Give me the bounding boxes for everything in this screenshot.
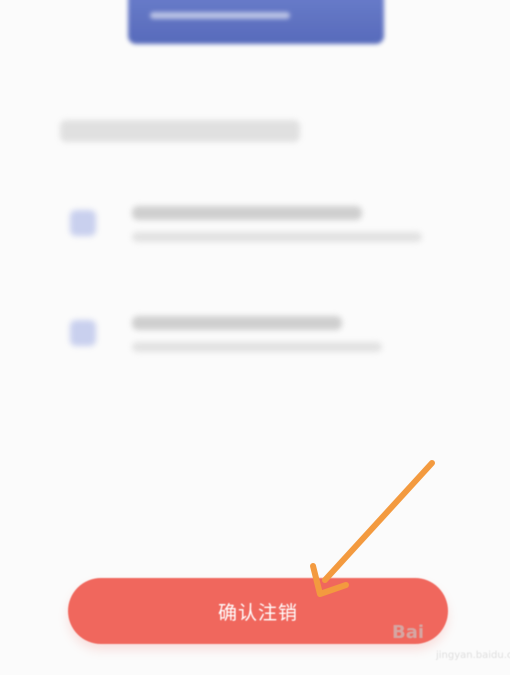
item-desc-blurred: [132, 342, 382, 352]
wallet-icon: [70, 320, 96, 346]
list-item: [60, 308, 440, 368]
document-icon: [70, 210, 96, 236]
item-desc-blurred: [132, 232, 422, 242]
item-title-blurred: [132, 206, 362, 220]
confirm-button-label: 确认注销: [217, 601, 298, 624]
section-title-blurred: [60, 120, 300, 142]
item-title-blurred: [132, 316, 342, 330]
watermark-sub: jingyan.baidu.com: [436, 650, 510, 661]
banner-text-blurred: [150, 12, 290, 19]
page: 确认注销 Bai jingyan.baidu.com: [0, 0, 510, 675]
confirm-cancel-account-button[interactable]: 确认注销: [68, 578, 448, 644]
top-banner: [128, 0, 384, 44]
watermark-logo: Bai jingyan.baidu.com: [392, 618, 510, 668]
list-item: [60, 198, 440, 258]
watermark-brand: Bai: [392, 622, 425, 643]
